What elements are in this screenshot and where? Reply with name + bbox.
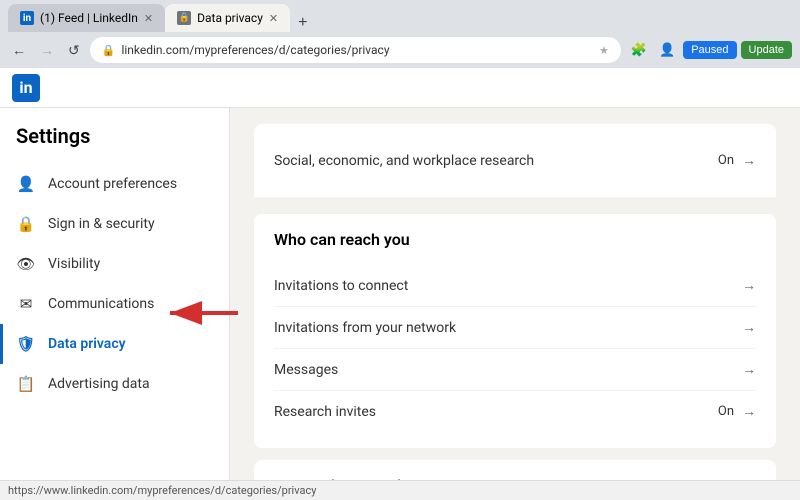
section-social: Social, economic, and workplace research… bbox=[254, 124, 776, 198]
sidebar-item-signin[interactable]: 🔒 Sign in & security bbox=[0, 204, 229, 244]
sidebar-item-visibility[interactable]: 👁 Visibility bbox=[0, 244, 229, 284]
setting-right-messages: → bbox=[742, 361, 756, 378]
content-area: Social, economic, and workplace research… bbox=[230, 108, 800, 480]
sidebar-item-dataprivacy[interactable]: 🛡 Data privacy bbox=[0, 324, 229, 364]
tab-title-feed: (1) Feed | LinkedIn bbox=[40, 11, 138, 25]
tab-feed[interactable]: in (1) Feed | LinkedIn ✕ bbox=[8, 4, 165, 32]
sidebar-item-account[interactable]: 👤 Account preferences bbox=[0, 164, 229, 204]
arrow-research-invites: → bbox=[742, 403, 756, 420]
tab-close-privacy[interactable]: ✕ bbox=[269, 12, 278, 25]
status-url: https://www.linkedin.com/mypreferences/d… bbox=[8, 484, 316, 497]
address-bar[interactable]: 🔒 linkedin.com/mypreferences/d/categorie… bbox=[90, 37, 621, 63]
address-bar-row: ← → ↺ 🔒 linkedin.com/mypreferences/d/cat… bbox=[0, 32, 800, 68]
extensions-icon[interactable]: 🧩 bbox=[627, 41, 651, 60]
sidebar: Settings 👤 Account preferences 🔒 Sign in… bbox=[0, 108, 230, 480]
profile-icon[interactable]: 👤 bbox=[655, 41, 679, 60]
setting-name-invitations-connect: Invitations to connect bbox=[274, 278, 408, 294]
update-button[interactable]: Update bbox=[741, 41, 792, 59]
setting-right-invitations-connect: → bbox=[742, 277, 756, 294]
dataprivacy-icon: 🛡 bbox=[16, 334, 36, 354]
settings-title: Settings bbox=[0, 124, 229, 164]
browser-tab-bar: in (1) Feed | LinkedIn ✕ 🔒 Data privacy … bbox=[0, 0, 800, 32]
on-badge-social: On bbox=[718, 153, 734, 168]
sidebar-label-visibility: Visibility bbox=[48, 256, 100, 272]
sidebar-item-advertising[interactable]: 📋 Advertising data bbox=[0, 364, 229, 404]
sidebar-label-advertising: Advertising data bbox=[48, 376, 150, 392]
arrow-messages: → bbox=[742, 361, 756, 378]
section-title-messaging: Messaging experience bbox=[274, 476, 756, 480]
sidebar-label-communications: Communications bbox=[48, 296, 154, 312]
linkedin-header: in bbox=[0, 68, 800, 108]
main-layout: Settings 👤 Account preferences 🔒 Sign in… bbox=[0, 108, 800, 480]
address-text: linkedin.com/mypreferences/d/categories/… bbox=[121, 43, 593, 57]
setting-name-messages: Messages bbox=[274, 362, 338, 378]
setting-name-research-invites: Research invites bbox=[274, 404, 376, 420]
section-messaging: Messaging experience Focused Inbox On → … bbox=[254, 460, 776, 480]
back-button[interactable]: ← bbox=[8, 38, 30, 62]
reload-button[interactable]: ↺ bbox=[64, 38, 84, 63]
account-icon: 👤 bbox=[16, 174, 36, 194]
row-invitations-connect[interactable]: Invitations to connect → bbox=[274, 265, 756, 307]
forward-button[interactable]: → bbox=[36, 38, 58, 62]
advertising-icon: 📋 bbox=[16, 374, 36, 394]
setting-right-social: On → bbox=[718, 152, 756, 169]
tab-favicon-feed: in bbox=[20, 11, 34, 25]
paused-button[interactable]: Paused bbox=[683, 41, 736, 59]
tab-privacy[interactable]: 🔒 Data privacy ✕ bbox=[165, 4, 290, 32]
section-title-who-can-reach: Who can reach you bbox=[274, 230, 756, 257]
visibility-icon: 👁 bbox=[16, 254, 36, 274]
status-bar: https://www.linkedin.com/mypreferences/d… bbox=[0, 480, 800, 500]
arrow-invitations-connect: → bbox=[742, 277, 756, 294]
tab-title-privacy: Data privacy bbox=[197, 11, 263, 25]
content-inner: Social, economic, and workplace research… bbox=[230, 108, 800, 480]
toolbar-icons: 🧩 👤 Paused Update bbox=[627, 41, 792, 60]
setting-name-invitations-network: Invitations from your network bbox=[274, 320, 456, 336]
sidebar-label-signin: Sign in & security bbox=[48, 216, 155, 232]
setting-right-research-invites: On → bbox=[718, 403, 756, 420]
sidebar-label-account: Account preferences bbox=[48, 176, 177, 192]
sidebar-item-communications[interactable]: ✉ Communications bbox=[0, 284, 229, 324]
on-badge-research: On bbox=[718, 404, 734, 419]
row-messages[interactable]: Messages → bbox=[274, 349, 756, 391]
arrow-social: → bbox=[742, 152, 756, 169]
linkedin-logo[interactable]: in bbox=[12, 74, 40, 102]
setting-name-social: Social, economic, and workplace research bbox=[274, 153, 534, 169]
arrow-invitations-network: → bbox=[742, 319, 756, 336]
sidebar-label-dataprivacy: Data privacy bbox=[48, 336, 126, 352]
row-social-research[interactable]: Social, economic, and workplace research… bbox=[274, 140, 756, 181]
communications-icon: ✉ bbox=[16, 294, 36, 314]
section-who-can-reach: Who can reach you Invitations to connect… bbox=[254, 214, 776, 448]
row-invitations-network[interactable]: Invitations from your network → bbox=[274, 307, 756, 349]
new-tab-button[interactable]: + bbox=[290, 14, 315, 32]
tab-close-feed[interactable]: ✕ bbox=[144, 12, 153, 25]
tab-favicon-privacy: 🔒 bbox=[177, 11, 191, 25]
setting-right-invitations-network: → bbox=[742, 319, 756, 336]
row-research-invites[interactable]: Research invites On → bbox=[274, 391, 756, 432]
signin-icon: 🔒 bbox=[16, 214, 36, 234]
